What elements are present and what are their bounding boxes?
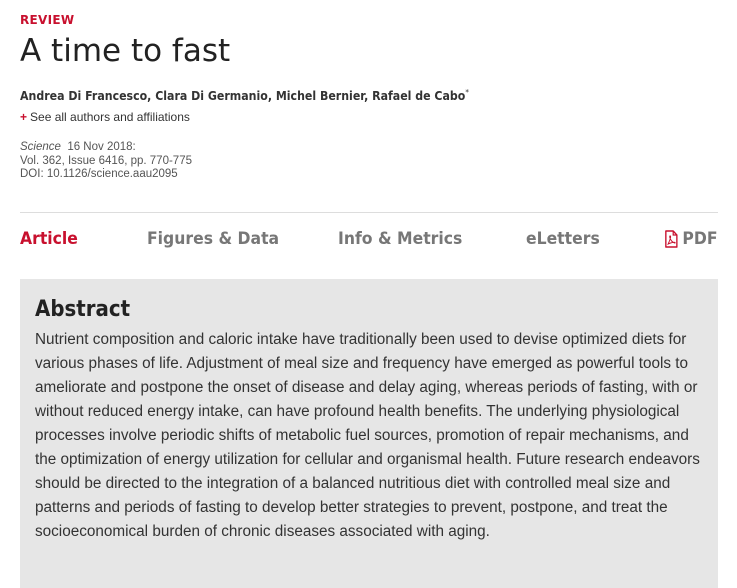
corresponding-author-mark: * (465, 88, 469, 97)
volume-issue-pages: Vol. 362, Issue 6416, pp. 770-775 (20, 154, 192, 167)
page-title: A time to fast (20, 33, 231, 69)
abstract-section: Abstract Nutrient composition and calori… (20, 279, 718, 588)
tab-figures-data[interactable]: Figures & Data (147, 229, 279, 249)
abstract-text: Nutrient composition and caloric intake … (35, 331, 700, 540)
article-type-label: REVIEW (20, 13, 75, 27)
tab-pdf-label: PDF (682, 229, 718, 249)
abstract-heading: Abstract (35, 297, 131, 322)
see-all-authors-link[interactable]: + See all authors and affiliations (20, 110, 190, 124)
publication-date: 16 Nov 2018: (67, 141, 136, 153)
pdf-icon (665, 230, 678, 248)
publication-line: Science 16 Nov 2018: (20, 141, 192, 155)
doi[interactable]: DOI: 10.1126/science.aau2095 (20, 168, 192, 182)
tab-info-metrics[interactable]: Info & Metrics (338, 229, 462, 249)
article-tabs: Article Figures & Data Info & Metrics eL… (20, 212, 718, 263)
author-names[interactable]: Andrea Di Francesco, Clara Di Germanio, … (20, 88, 465, 103)
tab-article[interactable]: Article (20, 229, 78, 249)
author-list[interactable]: Andrea Di Francesco, Clara Di Germanio, … (20, 88, 469, 103)
plus-icon: + (20, 110, 28, 124)
tab-eletters[interactable]: eLetters (526, 229, 600, 249)
journal-name: Science (20, 141, 61, 153)
tab-pdf[interactable]: PDF (664, 229, 718, 249)
see-all-authors-label: See all authors and affiliations (30, 110, 190, 124)
citation-meta: Science 16 Nov 2018: Vol. 362, Issue 641… (20, 141, 192, 182)
